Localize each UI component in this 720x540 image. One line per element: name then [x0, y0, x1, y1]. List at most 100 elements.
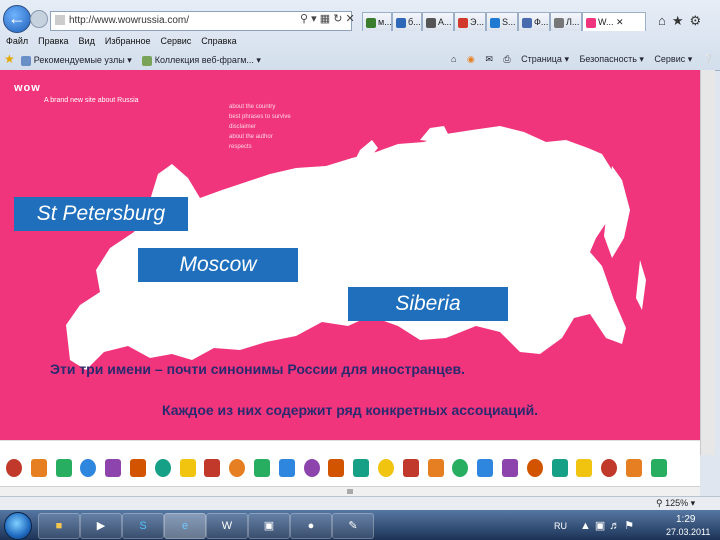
hockey-icon[interactable] [229, 459, 246, 477]
browser-tab[interactable]: Э... [454, 12, 486, 31]
status-bar: ⚲ 125% ▾ [0, 496, 720, 510]
volume-icon[interactable]: ♬ [609, 520, 624, 532]
folder-icon: ■ [55, 520, 63, 532]
home-button-icon[interactable]: ⌂ [451, 54, 456, 64]
caption-line-2: Каждое из них содержит ряд конкретных ас… [162, 402, 539, 418]
browser-tab[interactable]: б... [392, 12, 422, 31]
rocket-icon[interactable] [353, 459, 370, 477]
taskbar-app-media[interactable]: ▶ [80, 513, 122, 539]
rss-icon[interactable]: ◉ [467, 54, 475, 64]
boot-icon[interactable] [551, 459, 568, 477]
nav-phrases[interactable]: best phrases to survive [229, 112, 291, 122]
menu-help[interactable]: Справка [201, 36, 236, 46]
refresh-icon[interactable]: ↻ [333, 13, 342, 25]
samovar-icon[interactable] [154, 459, 171, 477]
bucket-icon[interactable] [105, 459, 122, 477]
clock-date[interactable]: 27.03.2011 [666, 527, 710, 537]
safety-menu[interactable]: Безопасность [579, 54, 636, 64]
help-icon[interactable]: ❔ [703, 54, 714, 64]
browser-tab[interactable]: Л... [550, 12, 582, 31]
site-logo[interactable]: wow [14, 82, 41, 94]
mail-icon[interactable]: ✉ [485, 54, 493, 64]
taskbar-app-word[interactable]: W [206, 513, 248, 539]
taskbar-app-ie[interactable]: e [164, 513, 206, 539]
network-icon[interactable]: ▣ [595, 520, 609, 532]
browser-tab[interactable]: Ф... [518, 12, 550, 31]
browser-tab-active[interactable]: W... ✕ [582, 12, 646, 31]
accordion-icon[interactable] [55, 459, 72, 477]
compat-icon[interactable]: ▦ [320, 13, 330, 25]
doll-icon[interactable] [254, 459, 270, 477]
tree-icon[interactable] [378, 459, 394, 477]
cheburashka-icon[interactable] [427, 459, 444, 477]
bear2-icon[interactable] [650, 459, 667, 477]
city-label-moscow[interactable]: Moscow [138, 248, 298, 282]
star-icon[interactable] [626, 459, 642, 477]
site-favicon [55, 15, 65, 26]
taskbar-app-skype[interactable]: S [122, 513, 164, 539]
browser-tab[interactable]: м... [362, 12, 392, 31]
tab-favicon-icon [522, 17, 532, 28]
menu-favorites[interactable]: Избранное [105, 36, 151, 46]
web-page: wow A brand new site about Russia about … [0, 70, 700, 440]
vodka-icon[interactable] [204, 459, 221, 477]
clock-time[interactable]: 1:29 [676, 514, 695, 525]
skype-icon: S [139, 520, 147, 532]
boat-icon[interactable] [328, 459, 345, 477]
dropdown-icon[interactable]: ▾ [311, 13, 317, 25]
favorites-link[interactable]: Коллекция веб-фрагм... [155, 55, 254, 65]
back-button[interactable]: ← [3, 5, 31, 33]
diamond-icon[interactable] [179, 459, 196, 477]
taskbar-app-folder[interactable]: ■ [38, 513, 80, 539]
sickle-icon[interactable] [477, 459, 494, 477]
language-indicator[interactable]: RU [554, 521, 567, 531]
tools-menu[interactable]: Сервис [654, 54, 685, 64]
sun-icon[interactable] [502, 459, 518, 477]
menu-file[interactable]: Файл [6, 36, 28, 46]
favorites-star-icon[interactable]: ★ [672, 13, 690, 28]
page-menu[interactable]: Страница [521, 54, 562, 64]
stop-icon[interactable]: ✕ [345, 13, 354, 25]
taskbar-app-messenger[interactable]: ● [290, 513, 332, 539]
suggested-sites-icon [21, 55, 32, 66]
samovar2-icon[interactable] [601, 459, 618, 477]
clock-icon[interactable] [526, 459, 543, 477]
favorites-star-icon[interactable]: ★ [4, 52, 15, 66]
ship-icon[interactable] [303, 459, 320, 477]
bear-icon[interactable] [576, 459, 593, 477]
zoom-level[interactable]: ⚲ 125% ▾ [656, 497, 695, 510]
menu-tools[interactable]: Сервис [160, 36, 191, 46]
taskbar-app-save[interactable]: ▣ [248, 513, 290, 539]
menu-view[interactable]: Вид [79, 36, 95, 46]
start-button[interactable] [4, 512, 32, 540]
search-icon[interactable]: ⚲ [300, 13, 308, 25]
nav-disclaimer[interactable]: disclaimer [229, 122, 291, 132]
rifle-icon[interactable] [402, 459, 419, 477]
caption-line-1: Эти три имени – почти синонимы России дл… [50, 361, 466, 377]
fountain-icon[interactable] [80, 459, 97, 477]
favorites-link[interactable]: Рекомендуемые узлы [34, 55, 125, 65]
browser-tab[interactable]: S... [486, 12, 518, 31]
gear-icon[interactable]: ⚙ [690, 13, 708, 28]
city-label-siberia[interactable]: Siberia [348, 287, 508, 321]
tab-close-icon[interactable]: ✕ [616, 17, 624, 27]
home-icon[interactable]: ⌂ [658, 13, 672, 28]
nav-respects[interactable]: respects [229, 142, 291, 152]
matryoshka-icon[interactable] [30, 459, 47, 477]
print-icon[interactable]: ⎙ [503, 54, 510, 64]
church-icon[interactable] [130, 459, 146, 477]
browser-tab[interactable]: А... [422, 12, 454, 31]
nav-about-author[interactable]: about the author [229, 132, 291, 142]
nav-about-country[interactable]: about the country [229, 102, 291, 112]
tray-arrow-icon[interactable]: ▲ [580, 520, 595, 532]
boots-icon[interactable] [452, 459, 469, 477]
flag-icon[interactable]: ⚑ [624, 520, 638, 532]
taskbar-app-paint[interactable]: ✎ [332, 513, 374, 539]
forward-button[interactable] [30, 10, 48, 28]
city-label-st-petersburg[interactable]: St Petersburg [14, 197, 188, 231]
menu-edit[interactable]: Правка [38, 36, 68, 46]
web-slice-icon [142, 55, 153, 66]
eagle-icon[interactable] [6, 459, 22, 477]
vertical-scrollbar[interactable] [700, 70, 715, 455]
valenki-icon[interactable] [278, 459, 295, 477]
